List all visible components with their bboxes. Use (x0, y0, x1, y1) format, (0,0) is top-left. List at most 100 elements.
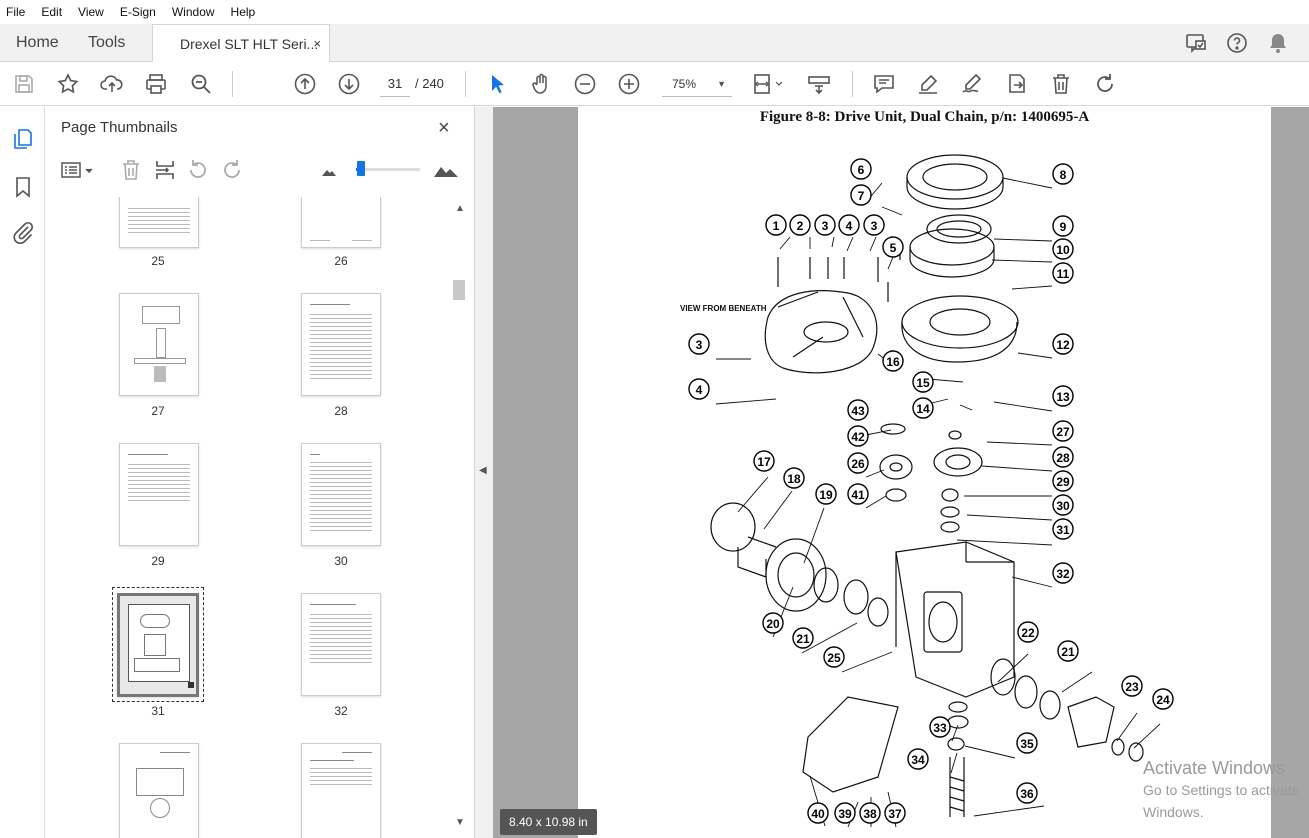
tab-tools[interactable]: Tools (88, 24, 125, 62)
menu-window[interactable]: Window (172, 5, 215, 19)
page-down-icon[interactable] (337, 72, 361, 96)
svg-text:13: 13 (1056, 390, 1070, 404)
page-number-input[interactable] (380, 71, 410, 97)
svg-text:10: 10 (1056, 243, 1070, 257)
document-viewer[interactable]: Figure 8-8: Drive Unit, Dual Chain, p/n:… (493, 107, 1309, 838)
sign-icon[interactable] (960, 72, 984, 96)
svg-text:19: 19 (819, 488, 833, 502)
upload-icon[interactable] (100, 72, 124, 96)
svg-text:6: 6 (858, 163, 865, 177)
slider-handle[interactable] (357, 161, 365, 176)
svg-text:16: 16 (886, 355, 900, 369)
zoom-out-icon[interactable] (573, 72, 597, 96)
large-mountain-icon[interactable] (433, 158, 459, 182)
rotate-left-icon[interactable] (186, 158, 210, 182)
callout-17: 17 (753, 450, 775, 472)
thumbnail-page[interactable] (301, 743, 381, 838)
share-icon[interactable] (1005, 72, 1029, 96)
print-icon[interactable] (144, 72, 168, 96)
callout-35: 35 (1016, 732, 1038, 754)
thumbnail-page[interactable] (119, 197, 199, 248)
help-icon[interactable] (1225, 31, 1249, 55)
close-tab-icon[interactable]: × (313, 25, 321, 63)
options-menu-icon[interactable] (60, 158, 96, 182)
star-icon[interactable] (56, 72, 80, 96)
thumbnail-page[interactable] (301, 443, 381, 546)
svg-text:39: 39 (838, 807, 852, 821)
save-icon[interactable] (12, 72, 36, 96)
scroll-mode-icon[interactable] (807, 72, 831, 96)
comments-pane-icon[interactable] (1184, 31, 1208, 55)
zoom-select[interactable]: 75% ▼ (662, 71, 732, 97)
thumbnails-panel: Page Thumbnails × 25 26 27 28 29 30 31 3… (45, 107, 474, 838)
rotate-icon[interactable] (1093, 72, 1117, 96)
exploded-parts-diagram: VIEW FROM BENEATH 1 2 3 4 3567891011316124 15… (680, 154, 1174, 828)
callout-25: 25 (823, 646, 845, 668)
menu-file[interactable]: File (6, 5, 25, 19)
fit-page-icon[interactable] (752, 72, 782, 96)
svg-text:30: 30 (1056, 499, 1070, 513)
thumbnail-page[interactable] (301, 293, 381, 396)
thumbnail-size-slider[interactable] (356, 161, 420, 176)
attachments-icon[interactable] (11, 220, 35, 244)
callout-24: 24 (1152, 688, 1174, 710)
callout-18: 18 (783, 467, 805, 489)
callout-9: 9 (1052, 215, 1074, 237)
select-arrow-icon[interactable] (486, 72, 510, 96)
watermark-subtitle: Go to Settings to activate Windows. (1143, 782, 1300, 820)
delete-page-icon[interactable] (119, 158, 143, 182)
document-page: Figure 8-8: Drive Unit, Dual Chain, p/n:… (578, 107, 1271, 838)
callout-19: 19 (815, 483, 837, 505)
thumbnail-page[interactable] (301, 197, 381, 248)
close-panel-icon[interactable]: × (438, 117, 450, 140)
thumbnail-page[interactable] (119, 743, 199, 838)
scrollbar-thumb[interactable] (453, 280, 465, 300)
scroll-down-icon[interactable]: ▼ (455, 817, 465, 828)
zoom-search-icon[interactable] (189, 72, 213, 96)
callout-20: 20 (762, 612, 784, 634)
svg-text:12: 12 (1056, 338, 1070, 352)
thumbnails-scrollbar[interactable]: ▲ ▼ (452, 199, 466, 838)
svg-text:18: 18 (787, 472, 801, 486)
menu-view[interactable]: View (78, 5, 104, 19)
svg-text:37: 37 (888, 807, 902, 821)
insert-page-icon[interactable] (153, 158, 177, 182)
small-mountain-icon[interactable] (321, 158, 337, 182)
menu-esign[interactable]: E-Sign (120, 5, 156, 19)
svg-text:2: 2 (797, 219, 804, 233)
collapse-panel-icon[interactable]: ◀ (479, 465, 487, 476)
highlight-icon[interactable] (916, 72, 940, 96)
rotate-right-icon[interactable] (220, 158, 244, 182)
svg-text:41: 41 (851, 488, 865, 502)
thumbnail-page-current[interactable] (117, 593, 199, 697)
bookmarks-icon[interactable] (11, 175, 35, 199)
panel-splitter[interactable]: ◀ (474, 107, 493, 838)
svg-text:32: 32 (1056, 567, 1070, 581)
tab-home[interactable]: Home (16, 24, 59, 62)
menu-edit[interactable]: Edit (41, 5, 62, 19)
svg-text:20: 20 (766, 617, 780, 631)
comment-icon[interactable] (872, 72, 896, 96)
tab-document[interactable]: Drexel SLT HLT Seri... × (152, 24, 330, 63)
bell-icon[interactable] (1266, 31, 1290, 55)
scroll-up-icon[interactable]: ▲ (455, 203, 465, 214)
svg-text:3: 3 (822, 219, 829, 233)
thumbnail-page[interactable] (301, 593, 381, 696)
thumbnail-grid: 25 26 27 28 29 30 31 32 (45, 197, 455, 838)
callout-11: 11 (1052, 262, 1074, 284)
svg-text:15: 15 (916, 376, 930, 390)
svg-text:3: 3 (871, 219, 878, 233)
menu-help[interactable]: Help (231, 5, 256, 19)
thumbnail-page[interactable] (119, 293, 199, 396)
thumbnail-page[interactable] (119, 443, 199, 546)
delete-icon[interactable] (1049, 72, 1073, 96)
page-up-icon[interactable] (293, 72, 317, 96)
thumbnails-icon[interactable] (11, 127, 35, 151)
svg-text:21: 21 (796, 632, 810, 646)
zoom-in-icon[interactable] (617, 72, 641, 96)
hand-icon[interactable] (529, 72, 553, 96)
svg-text:22: 22 (1021, 626, 1035, 640)
callout-22: 22 (1017, 621, 1039, 643)
chevron-down-icon: ▼ (717, 79, 726, 89)
svg-text:29: 29 (1056, 475, 1070, 489)
